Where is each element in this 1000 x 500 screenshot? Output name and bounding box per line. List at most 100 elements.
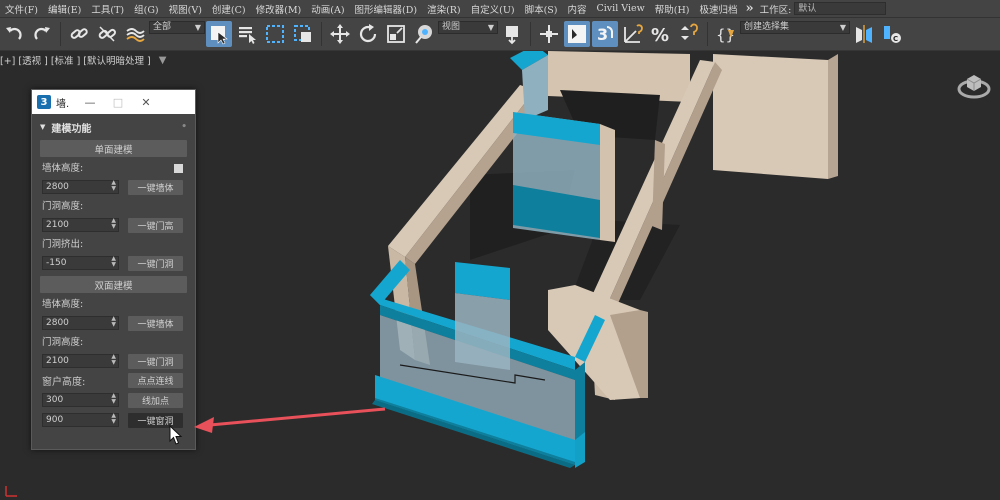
- workspace-dropdown[interactable]: 默认: [794, 2, 887, 15]
- viewport-label[interactable]: [+] [透视 ] [标准 ] [默认明暗处理 ] ▼: [0, 53, 167, 68]
- wall-height-checkbox[interactable]: [174, 164, 183, 173]
- wall-model: [828, 54, 838, 179]
- point-connect-button[interactable]: 点点连线: [128, 372, 183, 388]
- window-height-spinner[interactable]: 300 ▲ ▼: [42, 393, 119, 407]
- menu-modifiers[interactable]: 修改器(M): [251, 2, 307, 16]
- one-click-wall-button[interactable]: 一键墙体: [128, 179, 183, 195]
- maximize-icon[interactable]: □: [104, 96, 132, 109]
- dialog-title: 墙.: [56, 98, 70, 110]
- scale-icon[interactable]: [383, 21, 409, 47]
- menu-overflow-icon[interactable]: »: [742, 1, 756, 16]
- spinner-arrows-icon[interactable]: ▲ ▼: [111, 413, 116, 425]
- place-icon[interactable]: [411, 21, 437, 47]
- window-crossing-icon[interactable]: [290, 21, 316, 47]
- rectangular-selection-icon[interactable]: [262, 21, 288, 47]
- selection-filter-dropdown[interactable]: 全部 ▼: [149, 21, 205, 34]
- spinner-arrows-icon[interactable]: ▲ ▼: [111, 180, 116, 192]
- menu-content[interactable]: 内容: [562, 2, 591, 16]
- select-by-name-icon[interactable]: [234, 21, 260, 47]
- wall-height-label: 墙体高度:: [42, 162, 195, 175]
- main-toolbar: 全部 ▼ 视图 ▼ 3 % {} 创建选择集 ▼ C: [0, 18, 1000, 51]
- mirror-icon[interactable]: [851, 21, 877, 47]
- double-one-click-door-hole-button[interactable]: 一键门洞: [128, 353, 183, 369]
- double-wall-height-spinner[interactable]: 2800 ▲ ▼: [42, 316, 119, 330]
- line-add-point-button[interactable]: 线加点: [128, 392, 183, 408]
- single-side-modeling-button[interactable]: 单面建模: [40, 140, 187, 157]
- named-selection-dropdown[interactable]: 创建选择集 ▼: [740, 21, 850, 34]
- menu-graph-editors[interactable]: 图形编辑器(D): [350, 2, 423, 16]
- toolbar-divider: [60, 22, 61, 46]
- undo-icon[interactable]: [1, 21, 27, 47]
- menu-civil-view[interactable]: Civil View: [592, 3, 650, 14]
- rollout-header[interactable]: ▼ 建模功能 •: [36, 119, 191, 135]
- svg-text:{}: {}: [716, 26, 735, 44]
- menu-help[interactable]: 帮助(H): [650, 2, 695, 16]
- menu-archive[interactable]: 极速归档: [694, 2, 742, 16]
- spinner-arrows-icon[interactable]: ▲ ▼: [111, 256, 116, 268]
- door-extrude-label: 门洞挤出:: [42, 239, 84, 250]
- spinner-arrows-icon[interactable]: ▲ ▼: [111, 354, 116, 366]
- wall-model: [652, 140, 665, 230]
- double-wall-height-row: 2800 ▲ ▼ 一键墙体: [42, 315, 195, 331]
- select-object-icon[interactable]: [206, 21, 232, 47]
- link-icon[interactable]: [66, 21, 92, 47]
- bind-space-warp-icon[interactable]: [122, 21, 148, 47]
- double-door-height-spinner[interactable]: 2100 ▲ ▼: [42, 354, 119, 368]
- menu-scripting[interactable]: 脚本(S): [520, 2, 563, 16]
- menu-tools[interactable]: 工具(T): [86, 2, 129, 16]
- angle-snap-icon[interactable]: [620, 21, 646, 47]
- wall-height-spinner[interactable]: 2800 ▲ ▼: [42, 180, 119, 194]
- edit-named-selection-icon[interactable]: {}: [713, 21, 739, 47]
- double-side-modeling-button[interactable]: 双面建模: [40, 276, 187, 293]
- collapse-triangle-icon[interactable]: ▼: [40, 123, 45, 131]
- viewport-label-text[interactable]: [+] [透视 ] [标准 ] [默认明暗处理 ]: [0, 53, 151, 67]
- menu-customize[interactable]: 自定义(U): [466, 2, 520, 16]
- one-click-door-hole-button[interactable]: 一键门洞: [128, 255, 183, 271]
- menu-edit[interactable]: 编辑(E): [43, 2, 86, 16]
- viewcube-icon[interactable]: [957, 67, 991, 101]
- axis-tripod-icon: [5, 486, 17, 497]
- spinner-arrows-icon[interactable]: ▲ ▼: [111, 218, 116, 230]
- workspace-label: 工作区:: [759, 4, 792, 16]
- double-wall-height-value: 2800: [46, 318, 69, 328]
- dropdown-arrow-icon: ▼: [194, 23, 201, 32]
- menu-animation[interactable]: 动画(A): [306, 2, 349, 16]
- double-door-height-label: 门洞高度:: [42, 337, 84, 348]
- reference-coordinate-dropdown[interactable]: 视图 ▼: [438, 21, 498, 34]
- door-extrude-value: -150: [46, 258, 67, 268]
- double-one-click-wall-button[interactable]: 一键墙体: [128, 315, 183, 331]
- pivot-center-icon[interactable]: [499, 21, 525, 47]
- menu-create[interactable]: 创建(C): [207, 2, 251, 16]
- rollout-dot-icon: •: [181, 122, 187, 132]
- spinner-snap-icon[interactable]: [676, 21, 702, 47]
- redo-icon[interactable]: [29, 21, 55, 47]
- close-icon[interactable]: ✕: [132, 96, 160, 109]
- percent-snap-icon[interactable]: %: [648, 21, 674, 47]
- unlink-icon[interactable]: [94, 21, 120, 47]
- menu-rendering[interactable]: 渲染(R): [422, 2, 466, 16]
- spinner-arrows-icon[interactable]: ▲ ▼: [111, 316, 116, 328]
- rotate-icon[interactable]: [355, 21, 381, 47]
- one-click-door-height-button[interactable]: 一键门高: [128, 217, 183, 233]
- wall-tool-dialog: 3 墙. — □ ✕ ▼ 建模功能 • 单面建模 墙体高度: 2800 ▲ ▼ 一键…: [31, 89, 196, 450]
- dialog-title-bar[interactable]: 3 墙. — □ ✕: [32, 90, 195, 114]
- reference-coordinate-value: 视图: [442, 22, 461, 32]
- menu-file[interactable]: 文件(F): [0, 2, 43, 16]
- window-top-spinner[interactable]: 900 ▲ ▼: [42, 413, 119, 427]
- minimize-icon[interactable]: —: [76, 96, 104, 109]
- move-icon[interactable]: [327, 21, 353, 47]
- align-icon[interactable]: C: [879, 21, 905, 47]
- window-height-label: 窗户高度:: [42, 376, 86, 388]
- spinner-arrows-icon[interactable]: ▲ ▼: [111, 393, 116, 405]
- keyboard-shortcut-override-icon[interactable]: [564, 21, 590, 47]
- door-height-row: 2100 ▲ ▼ 一键门高: [42, 217, 195, 233]
- select-manipulate-icon[interactable]: [536, 21, 562, 47]
- door-extrude-spinner[interactable]: -150 ▲ ▼: [42, 256, 119, 270]
- svg-text:3: 3: [597, 25, 608, 44]
- door-height-spinner[interactable]: 2100 ▲ ▼: [42, 218, 119, 232]
- menu-group[interactable]: 组(G): [129, 2, 164, 16]
- filter-icon[interactable]: ▼: [159, 55, 167, 66]
- snaps-toggle-icon[interactable]: 3: [592, 21, 618, 47]
- menu-views[interactable]: 视图(V): [164, 2, 207, 16]
- svg-text:%: %: [651, 25, 669, 45]
